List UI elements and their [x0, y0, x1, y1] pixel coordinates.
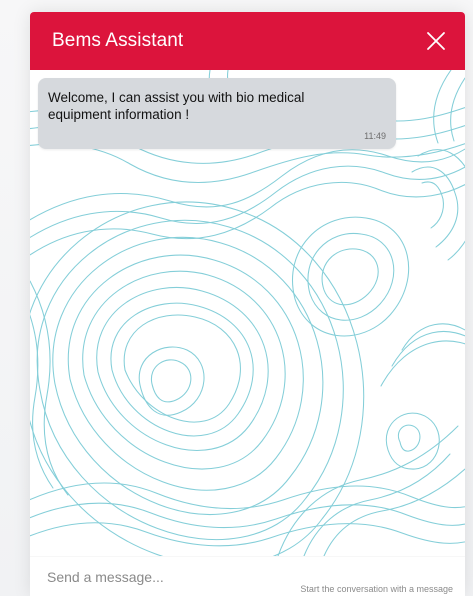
message-input[interactable] — [47, 565, 277, 589]
composer-hint: Start the conversation with a message — [300, 584, 453, 594]
message-composer: Start the conversation with a message — [30, 556, 465, 596]
assistant-message: Welcome, I can assist you with bio medic… — [38, 78, 396, 149]
message-timestamp: 11:49 — [364, 131, 386, 141]
message-text: Welcome, I can assist you with bio medic… — [48, 90, 305, 122]
page: Bems Assistant Welcome, I can assist you… — [0, 0, 473, 596]
conversation-area[interactable]: Welcome, I can assist you with bio medic… — [30, 70, 465, 556]
chat-header: Bems Assistant — [30, 12, 465, 70]
close-icon — [427, 32, 445, 50]
chat-widget: Bems Assistant Welcome, I can assist you… — [30, 12, 465, 596]
close-button[interactable] — [422, 27, 450, 55]
chat-title: Bems Assistant — [52, 30, 184, 51]
